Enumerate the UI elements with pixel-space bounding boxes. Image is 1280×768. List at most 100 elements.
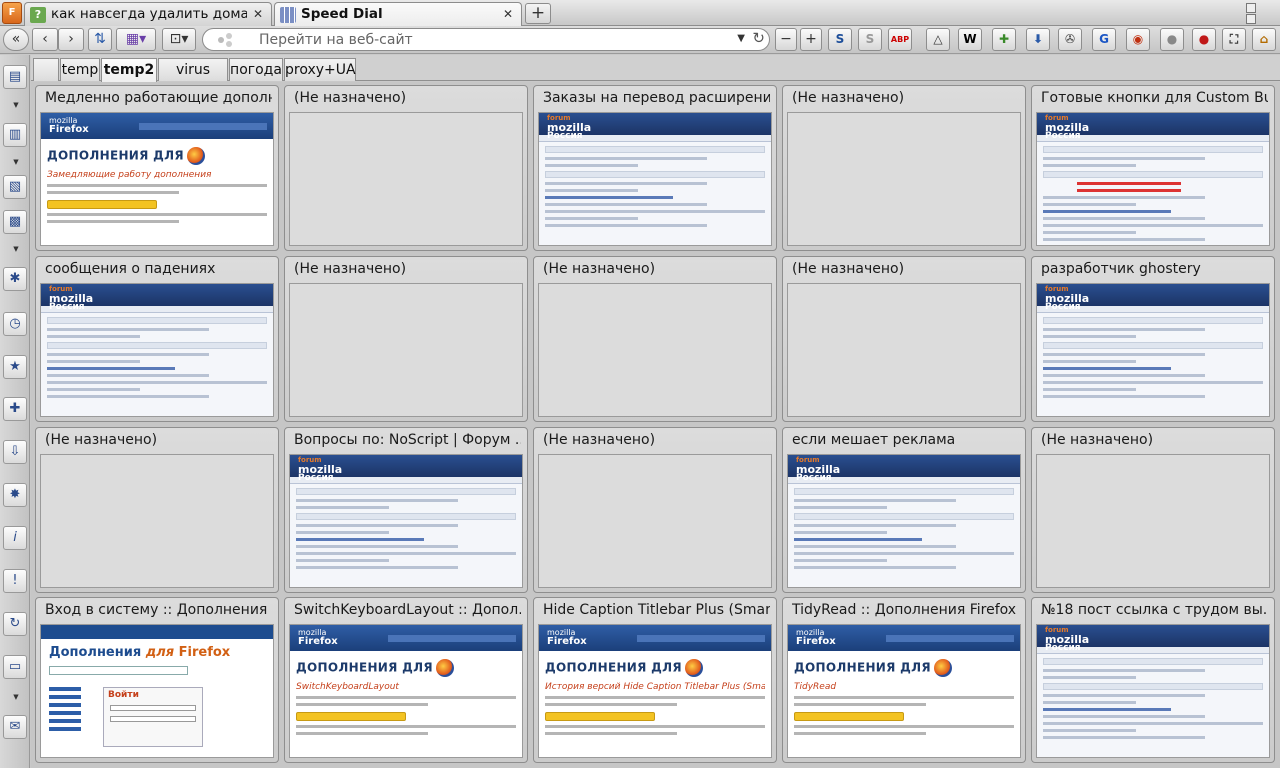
speed-dial-cell[interactable]: (Не назначено) — [782, 85, 1026, 251]
group-tab-blank[interactable] — [33, 58, 59, 81]
google-icon[interactable]: G — [1092, 28, 1116, 51]
speed-dial-thumbnail[interactable]: forum mozilla Россия — [1036, 624, 1270, 758]
extensions-puzzle-icon[interactable]: ✚ — [3, 397, 27, 421]
group-tab-temp[interactable]: temp — [60, 58, 100, 81]
speed-dial-cell[interactable]: (Не назначено) — [284, 85, 528, 251]
url-input[interactable] — [259, 31, 729, 49]
speed-dial-thumbnail[interactable]: forum mozilla Россия — [40, 283, 274, 417]
speed-dial-cell[interactable]: Заказы на перевод расширений... forum mozi… — [533, 85, 777, 251]
speed-dial-thumbnail[interactable]: forum mozilla Россия — [289, 454, 523, 588]
chevron-down-icon[interactable]: ▼ — [11, 101, 21, 109]
sync-icon[interactable]: ↻ — [3, 612, 27, 636]
speed-dial-thumbnail[interactable] — [538, 454, 772, 588]
minimize-icon[interactable] — [1246, 3, 1256, 13]
info-icon[interactable]: i — [3, 526, 27, 550]
reel-icon[interactable]: ✇ — [1058, 28, 1082, 51]
speed-dial-cell[interactable]: (Не назначено) — [782, 256, 1026, 422]
zoom-out-button[interactable]: − — [775, 28, 797, 51]
download-icon[interactable]: ⬇ — [1026, 28, 1050, 51]
speed-dial-thumbnail[interactable]: mozilla Firefox ДОПОЛНЕНИЯ ДЛЯ SwitchKeyboa… — [289, 624, 523, 758]
speed-dial-thumbnail[interactable] — [289, 112, 523, 246]
chevron-down-icon[interactable]: ▼ — [11, 158, 21, 166]
page-icon[interactable]: ▤ — [3, 65, 27, 89]
speed-dial-thumbnail[interactable]: mozilla Firefox ДОПОЛНЕНИЯ ДЛЯ Замедляющие … — [40, 112, 274, 246]
window-icon[interactable]: ▭ — [3, 655, 27, 679]
document-icon[interactable]: ▥ — [3, 123, 27, 147]
speed-dial-thumbnail[interactable]: mozilla Firefox ДОПОЛНЕНИЯ ДЛЯ TidyRead — [787, 624, 1021, 758]
group-tab-temp2[interactable]: temp2 — [101, 58, 157, 82]
alert-icon[interactable]: ! — [3, 569, 27, 593]
group-tab-virus-scan[interactable]: virus scan — [158, 58, 228, 100]
reload-icon[interactable]: ↻ — [752, 29, 765, 47]
firefox-menu-button[interactable]: F — [2, 2, 22, 24]
ghostery-icon[interactable]: ◉ — [1126, 28, 1150, 51]
speed-dial-cell[interactable]: SwitchKeyboardLayout :: Допол... mozilla F… — [284, 597, 528, 763]
speed-dial-cell[interactable]: Медленно работающие дополн... mozilla Fire… — [35, 85, 279, 251]
url-dropdown-icon[interactable]: ▼ — [737, 33, 745, 44]
puzzle-icon[interactable]: ✚ — [992, 28, 1016, 51]
chevron-down-icon[interactable]: ▼ — [11, 245, 21, 253]
speed-dial-cell[interactable]: (Не назначено) — [35, 427, 279, 593]
speed-dial-cell[interactable]: (Не назначено) — [284, 256, 528, 422]
bookmark-menu-icon[interactable]: ⊡▾ — [162, 28, 196, 51]
text-line — [794, 545, 957, 548]
back-icon[interactable]: ‹ — [32, 28, 58, 51]
forum-header: forum mozilla Россия — [788, 455, 1020, 483]
speed-dial-grid-icon[interactable]: ▦▾ — [116, 28, 156, 51]
speed-dial-thumbnail[interactable]: forum mozilla Россия — [1036, 112, 1270, 246]
adblock-icon[interactable]: ABP — [888, 28, 912, 51]
new-tab-button[interactable]: + — [525, 3, 551, 24]
back-history-icon[interactable]: « — [3, 28, 29, 51]
triangle-icon[interactable]: △ — [926, 28, 950, 51]
mail-icon[interactable]: ✉ — [3, 715, 27, 739]
speed-dial-thumbnail[interactable]: Дополнения для Firefox Войти — [40, 624, 274, 758]
zoom-in-button[interactable]: + — [800, 28, 822, 51]
wot-icon[interactable]: ● — [1160, 28, 1184, 51]
restore-icon[interactable] — [1246, 14, 1256, 24]
stylish-icon[interactable]: S — [828, 28, 852, 51]
speed-dial-thumbnail[interactable] — [538, 283, 772, 417]
speed-dial-thumbnail[interactable] — [787, 112, 1021, 246]
speed-dial-cell[interactable]: Вопросы по: NoScript | Форум ... forum moz… — [284, 427, 528, 593]
speed-dial-cell[interactable]: (Не назначено) — [1031, 427, 1275, 593]
speed-dial-thumbnail[interactable] — [787, 283, 1021, 417]
speed-dial-thumbnail[interactable] — [40, 454, 274, 588]
speed-dial-thumbnail[interactable]: mozilla Firefox ДОПОЛНЕНИЯ ДЛЯ История верс… — [538, 624, 772, 758]
skype-icon[interactable]: S — [858, 28, 882, 51]
speed-dial-cell[interactable]: если мешает реклама forum mozilla Россия — [782, 427, 1026, 593]
speed-dial-thumbnail[interactable]: forum mozilla Россия — [538, 112, 772, 246]
speed-dial-cell[interactable]: №18 пост ссылка с трудом вы... forum mozil… — [1031, 597, 1275, 763]
speed-dial-cell[interactable]: Готовые кнопки для Custom Bu... forum mozi… — [1031, 85, 1275, 251]
forward-icon[interactable]: › — [58, 28, 84, 51]
speed-dial-thumbnail[interactable] — [1036, 454, 1270, 588]
tab-speed-dial[interactable]: Speed Dial ✕ — [274, 2, 522, 27]
speed-dial-cell[interactable]: (Не назначено) — [533, 256, 777, 422]
addons-manager-icon[interactable]: ✱ — [3, 267, 27, 291]
tab-howto[interactable]: ? как навсегда удалить домаш... ✕ — [24, 2, 272, 26]
speed-dial-thumbnail[interactable]: forum mozilla Россия — [787, 454, 1021, 588]
close-tab-icon[interactable]: ✕ — [500, 6, 516, 22]
bookmarks-star-icon[interactable]: ★ — [3, 355, 27, 379]
speed-dial-cell[interactable]: TidyRead :: Дополнения Firefox mozilla Fir… — [782, 597, 1026, 763]
clipboard-icon[interactable]: ▩ — [3, 210, 27, 234]
speed-dial-cell[interactable]: сообщения о падениях forum mozilla Россия — [35, 256, 279, 422]
speed-dial-thumbnail[interactable]: forum mozilla Россия — [1036, 283, 1270, 417]
group-tab-proxy-ua[interactable]: proxy+UA — [284, 58, 356, 81]
group-tab-pogoda[interactable]: погода — [229, 58, 283, 81]
wikipedia-icon[interactable]: W — [958, 28, 982, 51]
home-icon[interactable]: ⌂ — [1252, 28, 1276, 51]
downloads-icon[interactable]: ⇩ — [3, 440, 27, 464]
settings-gear-icon[interactable]: ✸ — [3, 483, 27, 507]
close-tab-icon[interactable]: ✕ — [250, 6, 266, 22]
speed-dial-thumbnail[interactable] — [289, 283, 523, 417]
chevron-down-icon[interactable]: ▼ — [11, 693, 21, 701]
record-icon[interactable]: ● — [1192, 28, 1216, 51]
fullscreen-icon[interactable]: ⛶ — [1222, 28, 1246, 51]
speed-dial-cell[interactable]: (Не назначено) — [533, 427, 777, 593]
history-arrows-icon[interactable]: ⇅ — [88, 28, 112, 51]
speed-dial-cell[interactable]: разработчик ghostery forum mozilla Россия — [1031, 256, 1275, 422]
speed-dial-cell[interactable]: Hide Caption Titlebar Plus (Smart)... moz… — [533, 597, 777, 763]
history-clock-icon[interactable]: ◷ — [3, 312, 27, 336]
cursor-page-icon[interactable]: ▧ — [3, 175, 27, 199]
speed-dial-cell[interactable]: Вход в систему :: Дополнения ... Дополнен… — [35, 597, 279, 763]
